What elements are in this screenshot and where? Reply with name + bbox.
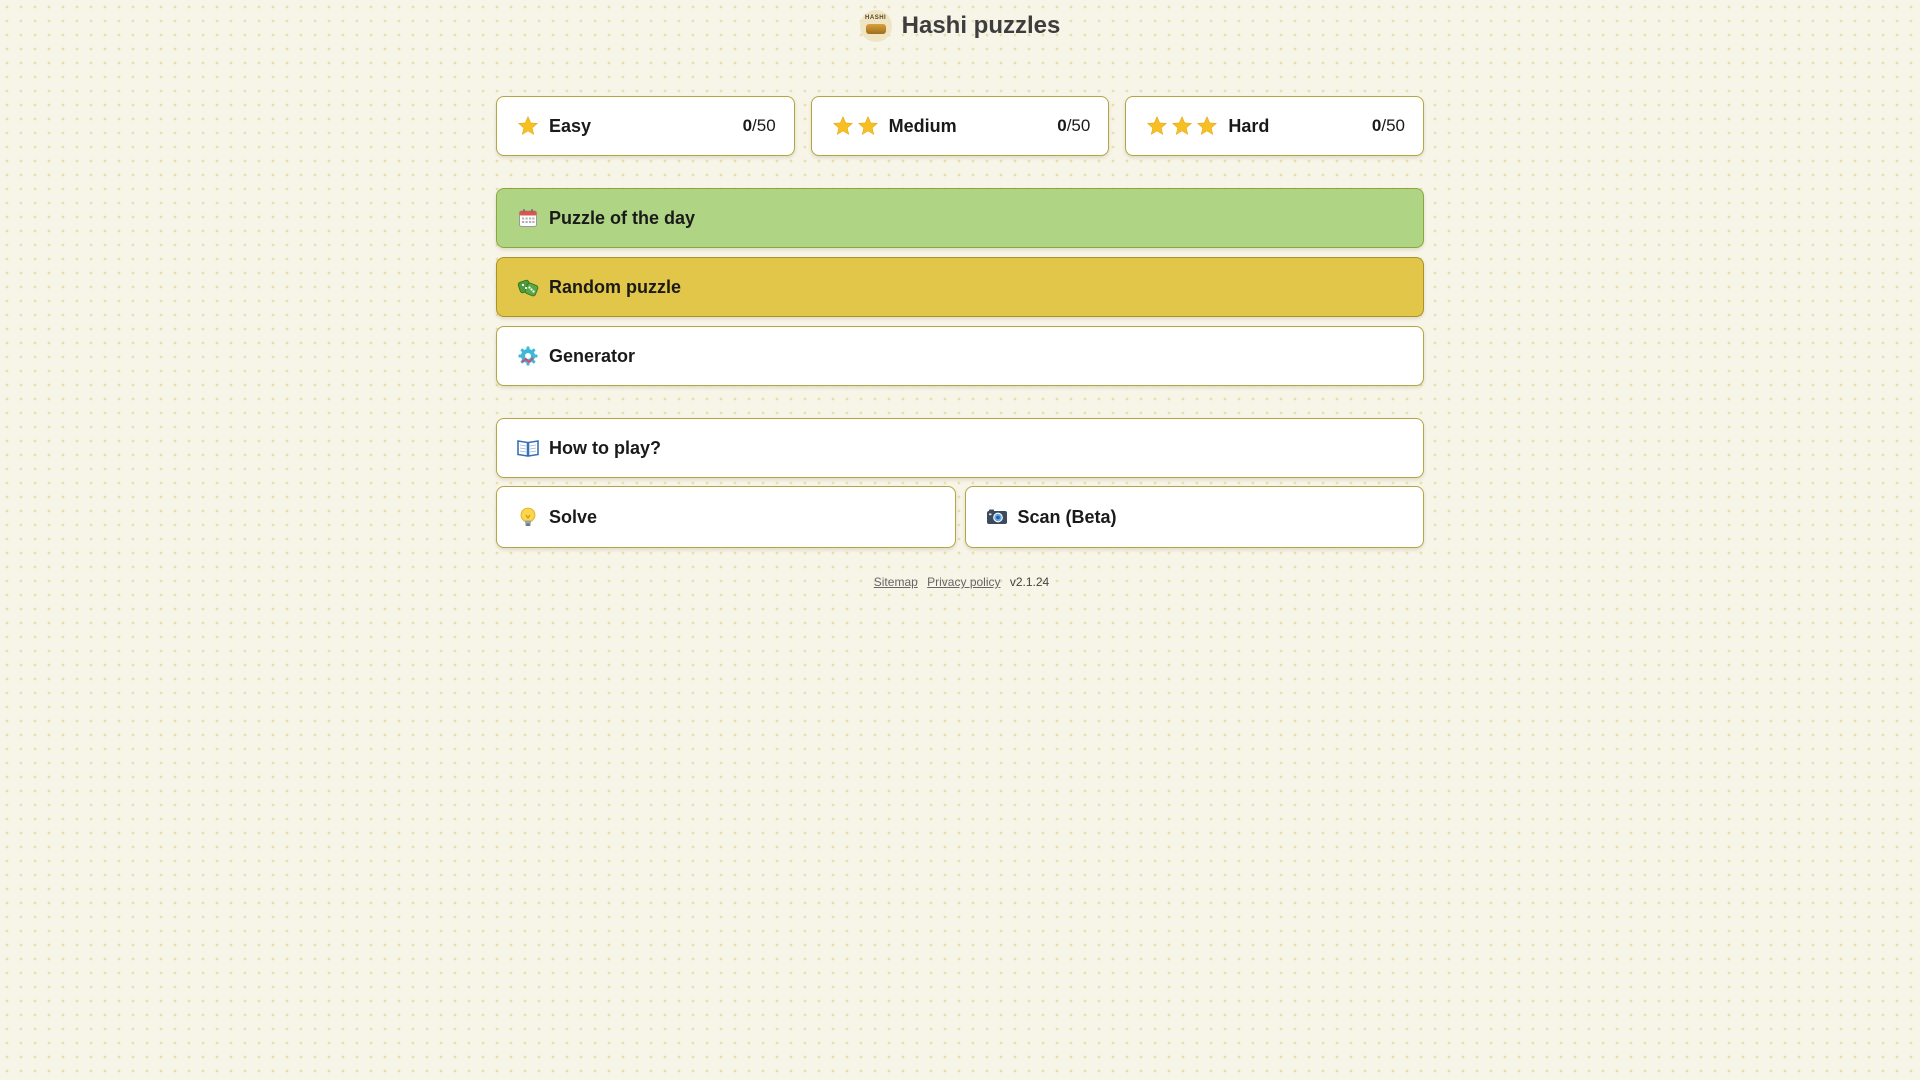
dice-icon bbox=[517, 276, 539, 298]
version-label: v2.1.24 bbox=[1009, 575, 1050, 589]
solve-label: Solve bbox=[549, 506, 598, 527]
how-to-play-button[interactable]: How to play? bbox=[496, 418, 1424, 478]
logo-text: HASHI bbox=[865, 15, 887, 21]
level-progress: 0/50 bbox=[1372, 116, 1405, 136]
privacy-policy-link[interactable]: Privacy policy bbox=[927, 575, 1000, 589]
difficulty-stars bbox=[832, 115, 879, 137]
scan-label: Scan (Beta) bbox=[1017, 506, 1117, 527]
book-icon bbox=[517, 437, 539, 459]
difficulty-stars bbox=[1146, 115, 1218, 137]
level-solved-count: 0 bbox=[1057, 116, 1067, 135]
star-icon bbox=[1147, 116, 1167, 135]
camera-icon bbox=[986, 506, 1008, 528]
random-puzzle-button[interactable]: Random puzzle bbox=[496, 257, 1424, 317]
level-label: Hard bbox=[1228, 115, 1270, 136]
lightbulb-icon bbox=[517, 506, 539, 528]
difficulty-stars bbox=[517, 115, 539, 137]
star-icon bbox=[858, 116, 878, 135]
puzzle-of-the-day-label: Puzzle of the day bbox=[549, 207, 696, 228]
level-solved-count: 0 bbox=[1371, 116, 1382, 135]
level-progress: 0/50 bbox=[1057, 116, 1090, 136]
main-menu: Easy 0/50 Medium 0/50 Hard 0/50 Puzzle o… bbox=[496, 96, 1425, 548]
gear-icon bbox=[517, 345, 539, 367]
scan-button[interactable]: Scan (Beta) bbox=[964, 486, 1424, 548]
puzzle-of-the-day-button[interactable]: Puzzle of the day bbox=[496, 188, 1424, 248]
star-icon bbox=[518, 116, 538, 135]
app-logo[interactable]: HASHI bbox=[859, 10, 892, 42]
level-label: Easy bbox=[549, 115, 592, 136]
level-solved-count: 0 bbox=[742, 116, 753, 135]
level-card-hard[interactable]: Hard 0/50 bbox=[1125, 96, 1425, 156]
level-selector: Easy 0/50 Medium 0/50 Hard 0/50 bbox=[496, 96, 1425, 156]
level-card-medium[interactable]: Medium 0/50 bbox=[810, 96, 1110, 156]
star-icon bbox=[833, 116, 853, 135]
sitemap-link[interactable]: Sitemap bbox=[874, 575, 918, 589]
app-title[interactable]: Hashi puzzles bbox=[902, 12, 1061, 40]
star-icon bbox=[1172, 116, 1192, 135]
random-puzzle-label: Random puzzle bbox=[549, 276, 682, 297]
footer: Sitemap Privacy policy v2.1.24 bbox=[0, 575, 1920, 589]
generator-button[interactable]: Generator bbox=[496, 326, 1424, 386]
level-total-count: /50 bbox=[752, 116, 776, 135]
level-progress: 0/50 bbox=[743, 116, 776, 136]
level-card-easy[interactable]: Easy 0/50 bbox=[496, 96, 795, 156]
how-to-play-label: How to play? bbox=[549, 437, 661, 458]
app-header: HASHI Hashi puzzles bbox=[0, 8, 1920, 44]
level-label: Medium bbox=[888, 115, 957, 136]
level-total-count: /50 bbox=[1066, 116, 1091, 135]
star-icon bbox=[1197, 116, 1217, 135]
generator-label: Generator bbox=[549, 345, 636, 366]
tools-row: Solve Scan (Beta) bbox=[496, 486, 1424, 548]
solve-button[interactable]: Solve bbox=[496, 486, 956, 548]
logo-bridge-shape bbox=[865, 24, 886, 34]
calendar-icon bbox=[517, 207, 539, 229]
level-total-count: /50 bbox=[1381, 116, 1406, 135]
